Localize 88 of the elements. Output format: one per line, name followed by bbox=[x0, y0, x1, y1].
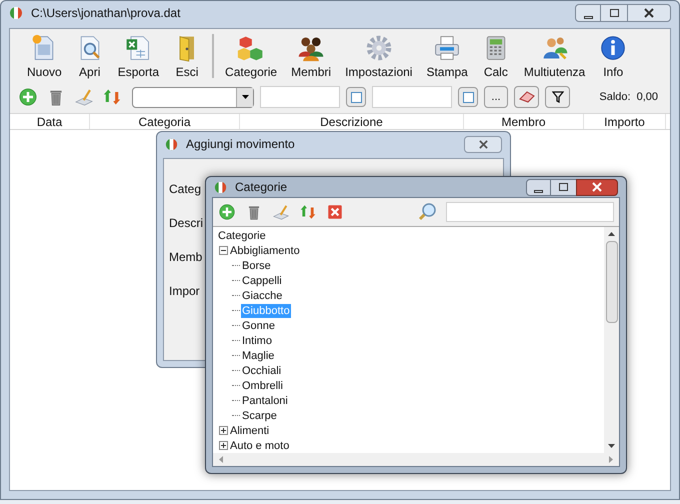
app-icon bbox=[165, 138, 178, 150]
filter-button[interactable] bbox=[545, 86, 570, 108]
column-header[interactable]: Descrizione bbox=[240, 114, 464, 129]
field-label: Memb bbox=[169, 251, 202, 263]
toolbar-button[interactable]: Categorie bbox=[218, 34, 284, 81]
tree-item[interactable]: Giacche bbox=[241, 288, 284, 302]
minimize-button[interactable] bbox=[526, 178, 551, 196]
balance-label: Saldo: bbox=[599, 90, 631, 105]
toolbar-button[interactable]: Info bbox=[592, 34, 634, 81]
toolbar-button[interactable]: Esci bbox=[166, 34, 208, 81]
gear-icon bbox=[364, 34, 393, 62]
calendar-button[interactable] bbox=[346, 87, 366, 107]
search-field[interactable] bbox=[446, 202, 614, 222]
column-header[interactable]: Data bbox=[10, 114, 90, 129]
tree-item[interactable]: Alimenti bbox=[229, 424, 270, 438]
swap-button[interactable] bbox=[299, 203, 317, 221]
tree-item[interactable]: Intimo bbox=[241, 334, 273, 348]
tree-item[interactable]: Occhiali bbox=[241, 364, 282, 378]
tree-item[interactable]: Categorie bbox=[217, 228, 267, 242]
tree-item[interactable]: Ombrelli bbox=[241, 378, 284, 392]
printer-icon bbox=[433, 34, 462, 62]
tree-item[interactable]: Gonne bbox=[241, 318, 276, 332]
tree-item[interactable]: Cappelli bbox=[241, 274, 283, 288]
tree-item[interactable]: Abbigliamento bbox=[229, 244, 301, 258]
close-icon bbox=[644, 8, 654, 18]
close-button[interactable] bbox=[576, 178, 618, 196]
field-label: Categ bbox=[169, 183, 202, 195]
tree-item[interactable]: Borse bbox=[241, 258, 272, 272]
caret-icon bbox=[242, 95, 248, 99]
edit-icon bbox=[74, 87, 94, 107]
toolbar-button[interactable]: Membri bbox=[284, 34, 338, 81]
close-button[interactable] bbox=[464, 136, 502, 152]
maximize-button[interactable] bbox=[601, 4, 627, 22]
scroll-up-icon bbox=[608, 232, 615, 236]
expand-icon[interactable] bbox=[219, 441, 228, 450]
column-header[interactable]: Categoria bbox=[90, 114, 240, 129]
scroll-right-icon bbox=[609, 456, 613, 463]
collapse-icon[interactable] bbox=[219, 246, 228, 255]
column-header[interactable]: Importo bbox=[584, 114, 666, 129]
info-icon bbox=[599, 34, 628, 62]
tree-item[interactable]: Scarpe bbox=[241, 408, 278, 422]
balance-value: 0,00 bbox=[636, 90, 658, 105]
date-field[interactable] bbox=[260, 86, 340, 108]
tree-item[interactable]: Auto e moto bbox=[229, 438, 290, 452]
app-icon bbox=[9, 6, 23, 20]
eraser-icon bbox=[518, 91, 534, 103]
edit-icon bbox=[272, 203, 290, 221]
toolbar-button[interactable]: Impostazioni bbox=[338, 34, 420, 81]
close-button[interactable] bbox=[627, 4, 671, 22]
window-title: C:\Users\jonathan\prova.dat bbox=[31, 5, 180, 22]
maximize-button[interactable] bbox=[551, 178, 576, 196]
toolbar-button[interactable]: Nuovo bbox=[20, 34, 69, 81]
close-icon bbox=[478, 140, 488, 148]
search-icon bbox=[417, 202, 437, 222]
field-label: Descri bbox=[169, 217, 204, 229]
tree-item[interactable]: Maglie bbox=[241, 348, 276, 362]
dialog-title: Aggiungi movimento bbox=[186, 136, 295, 153]
cancel-icon bbox=[326, 203, 344, 221]
toolbar-button[interactable]: Esporta bbox=[110, 34, 166, 81]
column-header[interactable]: Membro bbox=[464, 114, 584, 129]
add-icon bbox=[218, 203, 236, 221]
scroll-left-icon bbox=[219, 456, 223, 463]
category-dropdown[interactable] bbox=[132, 86, 254, 108]
expand-icon[interactable] bbox=[219, 426, 228, 435]
more-button[interactable]: ... bbox=[484, 86, 508, 108]
date-field[interactable] bbox=[372, 86, 452, 108]
scroll-thumb[interactable] bbox=[606, 241, 618, 323]
close-icon bbox=[592, 182, 602, 192]
field-label: Impor bbox=[169, 285, 200, 297]
window-title: Categorie bbox=[235, 179, 288, 196]
filter-icon bbox=[552, 91, 564, 103]
eraser-button[interactable] bbox=[514, 86, 539, 108]
cubes-icon bbox=[237, 34, 266, 62]
calendar-button[interactable] bbox=[458, 87, 478, 107]
swap-arrows-icon bbox=[299, 203, 317, 221]
toolbar-button[interactable]: Calc bbox=[474, 34, 517, 81]
app-icon bbox=[214, 180, 227, 194]
tree-item[interactable]: Pantaloni bbox=[241, 394, 289, 408]
add-icon bbox=[18, 87, 38, 107]
scroll-down-icon bbox=[608, 444, 615, 448]
toolbar-button[interactable]: Apri bbox=[68, 34, 111, 81]
add-button[interactable] bbox=[218, 203, 236, 221]
toolbar-button[interactable]: Stampa bbox=[419, 34, 475, 81]
minimize-button[interactable] bbox=[575, 4, 601, 22]
swap-arrows-icon bbox=[102, 87, 122, 107]
vertical-scrollbar[interactable] bbox=[604, 227, 619, 453]
cancel-button[interactable] bbox=[326, 203, 344, 221]
toolbar-button[interactable]: Multiutenza bbox=[516, 34, 592, 81]
